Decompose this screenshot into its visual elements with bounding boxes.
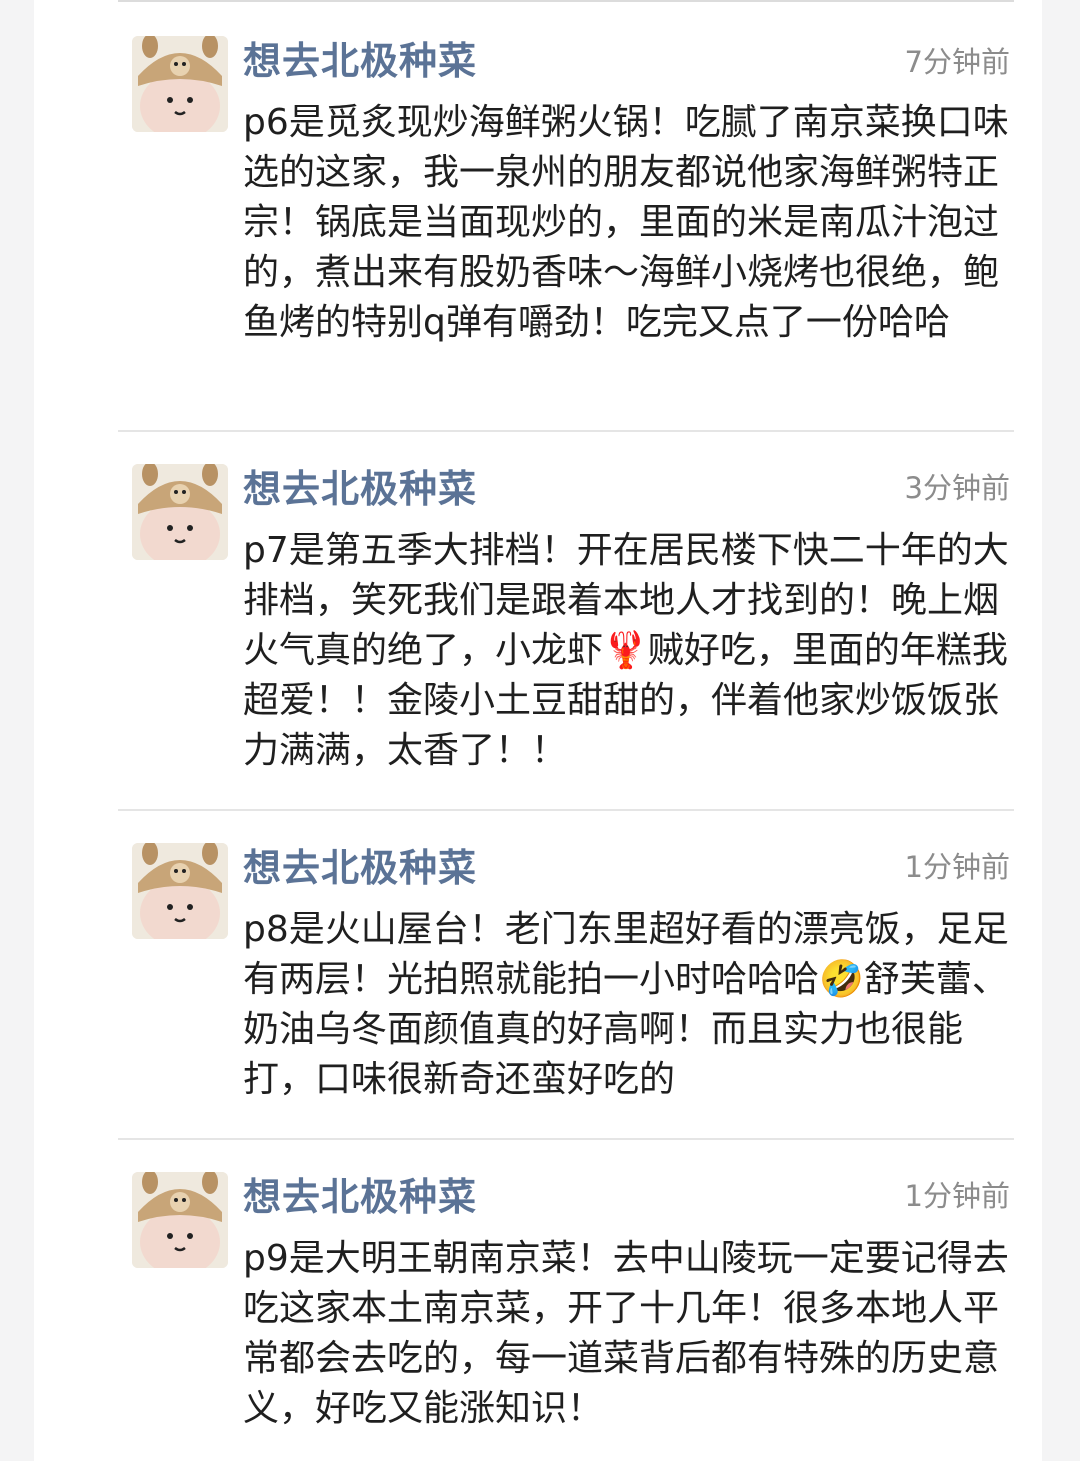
- comment-text: p9是大明王朝南京菜！去中山陵玩一定要记得去吃这家本土南京菜，开了十几年！很多本…: [243, 1238, 1009, 1429]
- divider: [118, 430, 1014, 432]
- username[interactable]: 想去北极种菜: [243, 37, 477, 85]
- avatar-bear-icon: [132, 464, 228, 560]
- comment-list: 想去北极种菜 7分钟前 p6是觅炙现炒海鲜粥火锅！吃腻了南京菜换口味选的这家，我…: [34, 0, 1042, 1461]
- divider: [118, 809, 1014, 811]
- comment-text: p7是第五季大排档！开在居民楼下快二十年的大排档，笑死我们是跟着本地人才找到的！…: [243, 530, 1009, 771]
- avatar[interactable]: [132, 36, 228, 132]
- divider: [118, 0, 1014, 2]
- avatar[interactable]: [132, 1172, 228, 1268]
- lobster-emoji: 🦞: [603, 630, 648, 671]
- avatar[interactable]: [132, 843, 228, 939]
- timestamp: 1分钟前: [904, 850, 1010, 884]
- timestamp: 7分钟前: [904, 45, 1010, 79]
- rolling-laughing-emoji: 🤣: [819, 959, 864, 1000]
- timestamp: 3分钟前: [904, 471, 1010, 505]
- timestamp: 1分钟前: [904, 1179, 1010, 1213]
- username[interactable]: 想去北极种菜: [243, 465, 477, 513]
- avatar-bear-icon: [132, 843, 228, 939]
- comment-text: p6是觅炙现炒海鲜粥火锅！吃腻了南京菜换口味选的这家，我一泉州的朋友都说他家海鲜…: [243, 102, 1009, 343]
- avatar-bear-icon: [132, 1172, 228, 1268]
- divider: [118, 1138, 1014, 1140]
- avatar[interactable]: [132, 464, 228, 560]
- username[interactable]: 想去北极种菜: [243, 1173, 477, 1221]
- comment-text: p8是火山屋台！老门东里超好看的漂亮饭，足足有两层！光拍照就能拍一小时哈哈哈🤣舒…: [243, 909, 1009, 1100]
- username[interactable]: 想去北极种菜: [243, 844, 477, 892]
- avatar-bear-icon: [132, 36, 228, 132]
